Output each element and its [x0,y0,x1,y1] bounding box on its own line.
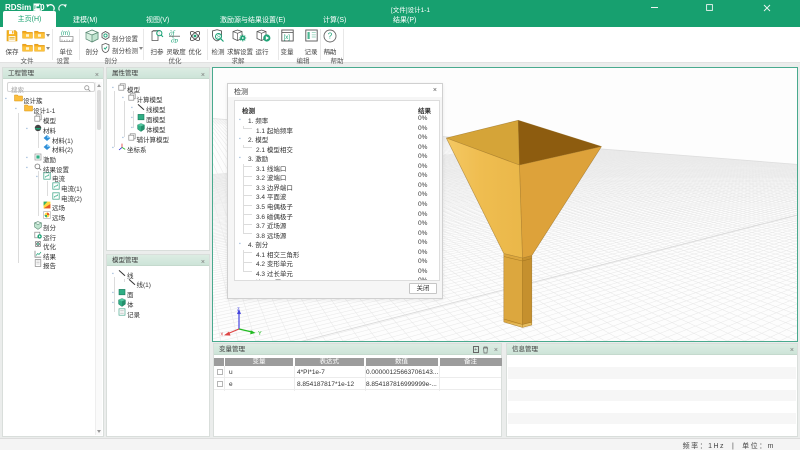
svg-text:Y: Y [258,331,262,337]
svg-text:?: ? [328,32,333,41]
svg-text:(m): (m) [61,31,70,37]
svg-text:z: z [237,307,240,313]
svg-text:x: x [221,332,224,338]
svg-text:∂p: ∂p [171,37,178,44]
svg-text:[x]: [x] [284,35,291,41]
svg-text:S: S [217,35,221,41]
